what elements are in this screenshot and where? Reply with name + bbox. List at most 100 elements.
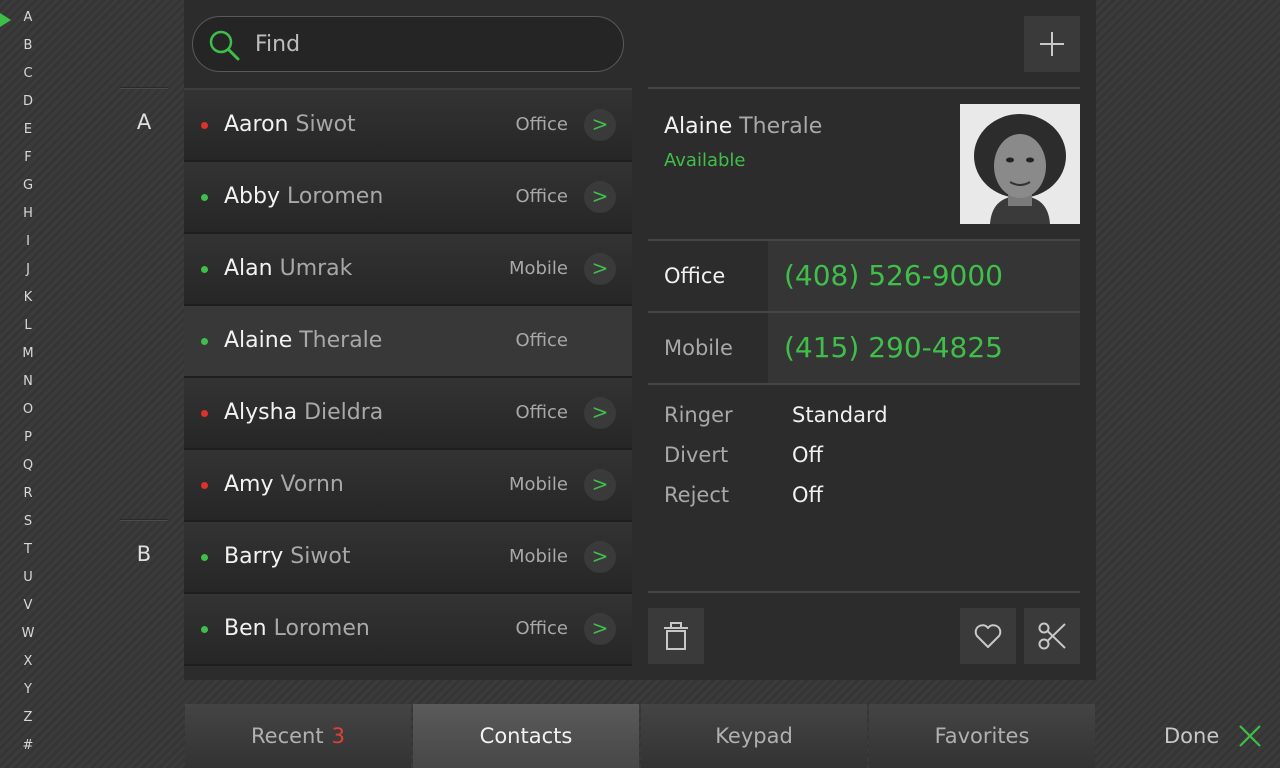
- detail-presence-status: Available: [664, 150, 746, 171]
- chevron-right-icon[interactable]: >: [584, 109, 616, 141]
- contact-first-name: Amy: [224, 472, 274, 497]
- contact-detail: Alaine Therale Available Office (408) 52…: [648, 0, 1096, 680]
- divider: [648, 591, 1080, 593]
- search-input[interactable]: [255, 17, 605, 71]
- alphabet-letter[interactable]: U: [0, 564, 56, 592]
- alphabet-letter[interactable]: O: [0, 396, 56, 424]
- setting-label-reject: Reject: [664, 483, 730, 507]
- contact-name: Abby Loromen: [224, 162, 383, 232]
- chevron-right-icon[interactable]: >: [584, 469, 616, 501]
- alphabet-letter[interactable]: E: [0, 116, 56, 144]
- setting-value-divert[interactable]: Off: [792, 443, 823, 467]
- alphabet-letter[interactable]: S: [0, 508, 56, 536]
- alphabet-letter[interactable]: J: [0, 256, 56, 284]
- contacts-panel: Aaron SiwotOffice>Abby LoromenOffice>Ala…: [184, 0, 1096, 680]
- chevron-right-icon[interactable]: >: [584, 181, 616, 213]
- section-letter-b: B: [136, 542, 152, 566]
- contact-name: Amy Vornn: [224, 450, 344, 520]
- tab-keypad[interactable]: Keypad: [641, 704, 867, 768]
- setting-value-reject[interactable]: Off: [792, 483, 823, 507]
- phone-row-office[interactable]: Office (408) 526-9000: [648, 241, 1080, 311]
- contact-row[interactable]: Aaron Siwot Office >: [184, 90, 632, 162]
- alphabet-letter[interactable]: G: [0, 172, 56, 200]
- contact-name: Aaron Siwot: [224, 90, 356, 160]
- contact-row[interactable]: Alaine Therale Office: [184, 306, 632, 378]
- contact-first-name: Alaine: [224, 328, 293, 353]
- divider: [648, 383, 1080, 385]
- trash-icon: [664, 622, 688, 650]
- alphabet-letter[interactable]: W: [0, 620, 56, 648]
- alphabet-letter[interactable]: T: [0, 536, 56, 564]
- presence-dot: [201, 122, 208, 129]
- contact-last-name: Siwot: [290, 544, 351, 569]
- plus-icon: [1040, 32, 1064, 56]
- chevron-right-icon[interactable]: >: [584, 397, 616, 429]
- contact-row[interactable]: Amy Vornn Mobile >: [184, 450, 632, 522]
- contact-row[interactable]: Ben Loromen Office >: [184, 594, 632, 666]
- phone-number-box[interactable]: (415) 290-4825: [768, 313, 1080, 383]
- contact-last-name: Loromen: [273, 616, 370, 641]
- contact-last-name: Siwot: [295, 112, 356, 137]
- presence-dot: [201, 338, 208, 345]
- alphabet-letter[interactable]: M: [0, 340, 56, 368]
- alphabet-letter[interactable]: L: [0, 312, 56, 340]
- alphabet-letter[interactable]: X: [0, 648, 56, 676]
- chevron-right-icon[interactable]: >: [584, 541, 616, 573]
- alphabet-letter[interactable]: N: [0, 368, 56, 396]
- contact-list[interactable]: Aaron Siwot Office > Abby Loromen Office > Ala…: [184, 88, 632, 680]
- alphabet-letter[interactable]: I: [0, 228, 56, 256]
- contact-first-name: Alan: [224, 256, 273, 281]
- alphabet-letter[interactable]: R: [0, 480, 56, 508]
- contact-row[interactable]: Abby Loromen Office >: [184, 162, 632, 234]
- alphabet-letter[interactable]: #: [0, 732, 56, 760]
- alphabet-letter[interactable]: K: [0, 284, 56, 312]
- contact-phone-type: Office: [515, 186, 568, 207]
- alphabet-letter[interactable]: F: [0, 144, 56, 172]
- done-button[interactable]: Done: [1164, 704, 1219, 768]
- phone-label: Mobile: [664, 336, 733, 360]
- cut-button[interactable]: [1024, 608, 1080, 664]
- alphabet-letter[interactable]: C: [0, 60, 56, 88]
- contact-first-name: Aaron: [224, 112, 289, 137]
- setting-value-ringer[interactable]: Standard: [792, 403, 888, 427]
- setting-label-ringer: Ringer: [664, 403, 733, 427]
- contact-name: Ben Loromen: [224, 594, 370, 664]
- alphabet-letter[interactable]: H: [0, 200, 56, 228]
- tab-favorites[interactable]: Favorites: [869, 704, 1095, 768]
- alphabet-letter[interactable]: B: [0, 32, 56, 60]
- contact-last-name: Therale: [299, 328, 383, 353]
- add-contact-button[interactable]: [1024, 16, 1080, 72]
- phone-label: Office: [664, 264, 726, 288]
- alphabet-index[interactable]: A B C D E F G H I J K L M N O P Q R S T U V W X Y Z #: [0, 4, 56, 760]
- alphabet-letter[interactable]: V: [0, 592, 56, 620]
- alphabet-letter[interactable]: Y: [0, 676, 56, 704]
- detail-contact-name: Alaine Therale: [664, 114, 822, 139]
- chevron-right-icon[interactable]: >: [584, 613, 616, 645]
- alphabet-letter[interactable]: Q: [0, 452, 56, 480]
- alphabet-letter[interactable]: P: [0, 424, 56, 452]
- contact-name: Alysha Dieldra: [224, 378, 383, 448]
- contact-row[interactable]: Alan Umrak Mobile >: [184, 234, 632, 306]
- search-area: [184, 0, 632, 88]
- delete-contact-button[interactable]: [648, 608, 704, 664]
- tab-recent[interactable]: Recent 3: [185, 704, 411, 768]
- phone-number-box[interactable]: (408) 526-9000: [768, 241, 1080, 311]
- contact-phone-type: Mobile: [508, 474, 568, 495]
- alphabet-letter[interactable]: A: [0, 4, 56, 32]
- search-box[interactable]: [192, 16, 624, 72]
- contact-row[interactable]: Barry Siwot Mobile >: [184, 522, 632, 594]
- alphabet-letter[interactable]: Z: [0, 704, 56, 732]
- chevron-right-icon[interactable]: >: [584, 253, 616, 285]
- avatar: [960, 104, 1080, 224]
- favorite-button[interactable]: [960, 608, 1016, 664]
- contact-row[interactable]: Alysha Dieldra Office >: [184, 378, 632, 450]
- contact-last-name: Vornn: [280, 472, 344, 497]
- presence-dot: [201, 266, 208, 273]
- phone-row-mobile[interactable]: Mobile (415) 290-4825: [648, 313, 1080, 383]
- contact-phone-type: Office: [515, 114, 568, 135]
- phone-number: (408) 526-9000: [784, 259, 1003, 292]
- tab-contacts[interactable]: Contacts: [413, 704, 639, 768]
- alphabet-letter[interactable]: D: [0, 88, 56, 116]
- section-divider: [120, 87, 168, 89]
- close-icon[interactable]: [1238, 724, 1262, 748]
